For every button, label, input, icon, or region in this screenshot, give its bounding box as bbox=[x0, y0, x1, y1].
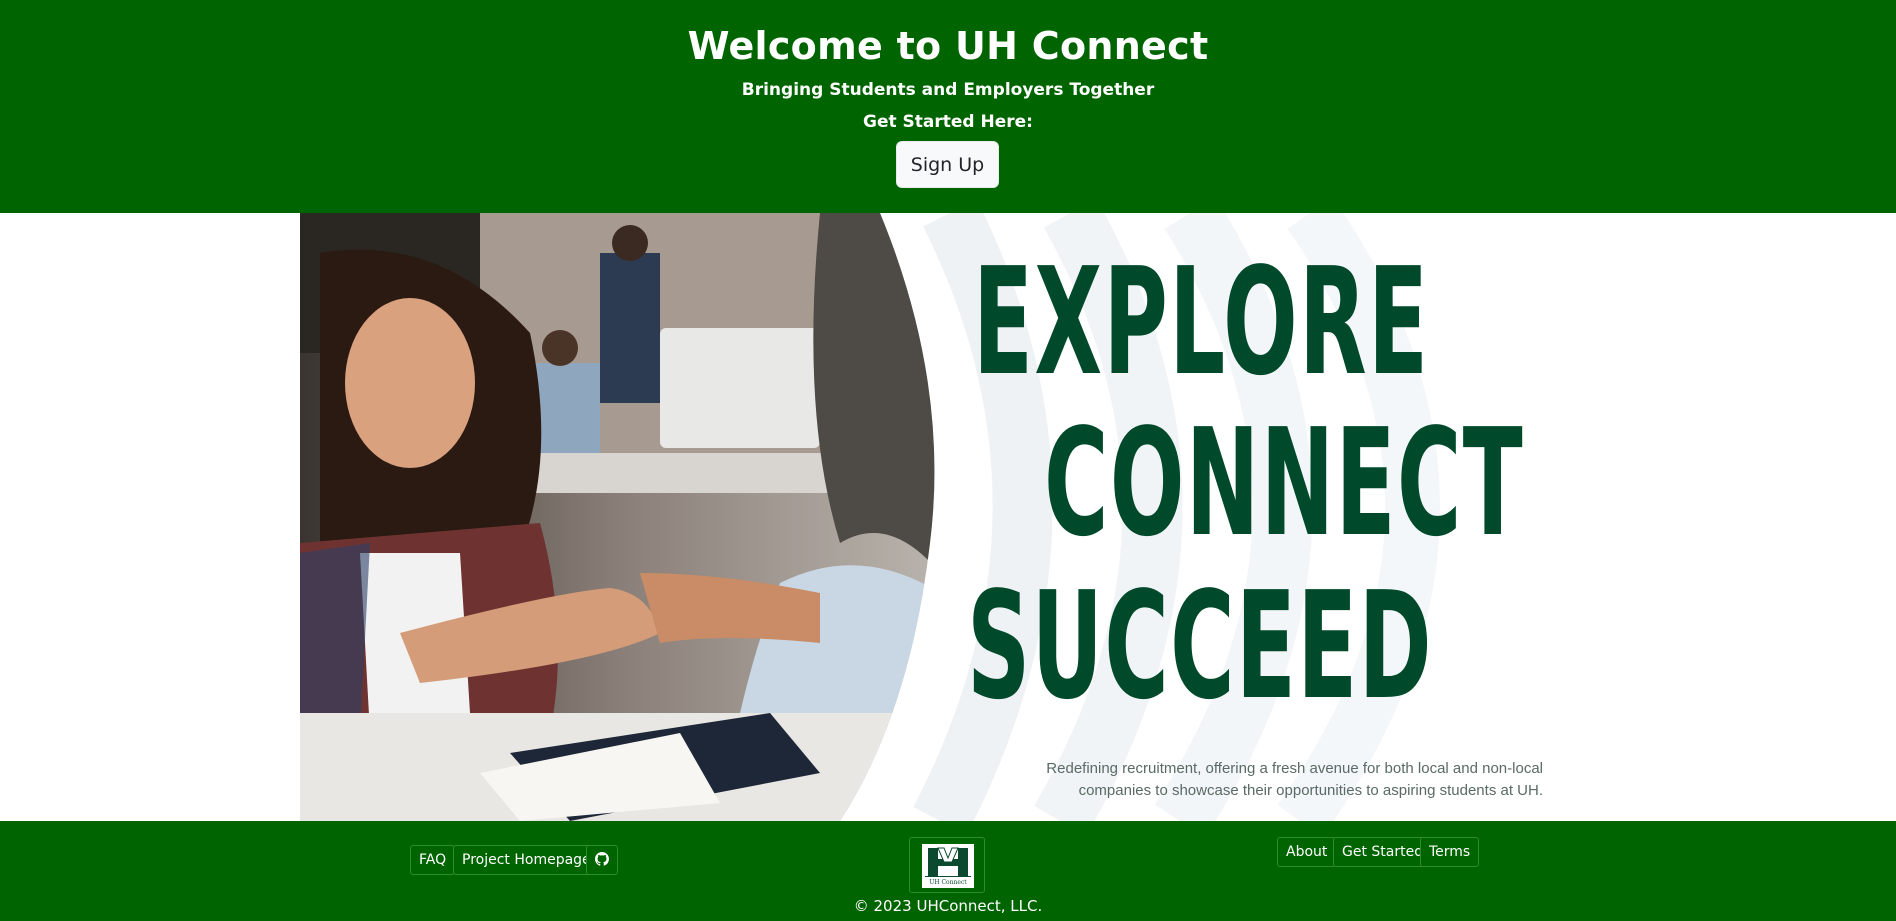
uh-connect-logo[interactable]: UH Connect bbox=[909, 837, 985, 893]
headline-explore: EXPLORE bbox=[973, 236, 1430, 408]
hero-tagline-line2: companies to showcase their opportunitie… bbox=[1078, 782, 1543, 799]
faq-link[interactable]: FAQ bbox=[410, 845, 456, 875]
github-icon bbox=[595, 852, 609, 866]
logo-caption: UH Connect bbox=[929, 879, 967, 886]
hero-tagline-line1: Redefining recruitment, offering a fresh… bbox=[1046, 760, 1543, 777]
header-banner: Welcome to UH Connect Bringing Students … bbox=[0, 0, 1896, 213]
get-started-prompt: Get Started Here: bbox=[863, 112, 1033, 132]
headline-succeed: SUCCEED bbox=[967, 560, 1433, 732]
terms-link[interactable]: Terms bbox=[1420, 837, 1480, 867]
headline-connect: CONNECT bbox=[1044, 397, 1524, 569]
page-subtitle: Bringing Students and Employers Together bbox=[741, 80, 1155, 100]
github-link[interactable] bbox=[586, 845, 618, 875]
hero-banner: EXPLORE CONNECT SUCCEED Redefining recru… bbox=[300, 213, 1597, 821]
footer: FAQ Project Homepage UH Connect About Ge… bbox=[0, 821, 1896, 921]
about-link[interactable]: About bbox=[1277, 837, 1337, 867]
hero-tagline: Redefining recruitment, offering a fresh… bbox=[940, 758, 1543, 802]
copyright-text: © 2023 UHConnect, LLC. bbox=[853, 897, 1043, 915]
page-title: Welcome to UH Connect bbox=[687, 24, 1209, 68]
get-started-link[interactable]: Get Started bbox=[1333, 837, 1433, 867]
sign-up-button[interactable]: Sign Up bbox=[896, 141, 999, 188]
project-homepage-link[interactable]: Project Homepage bbox=[453, 845, 600, 875]
